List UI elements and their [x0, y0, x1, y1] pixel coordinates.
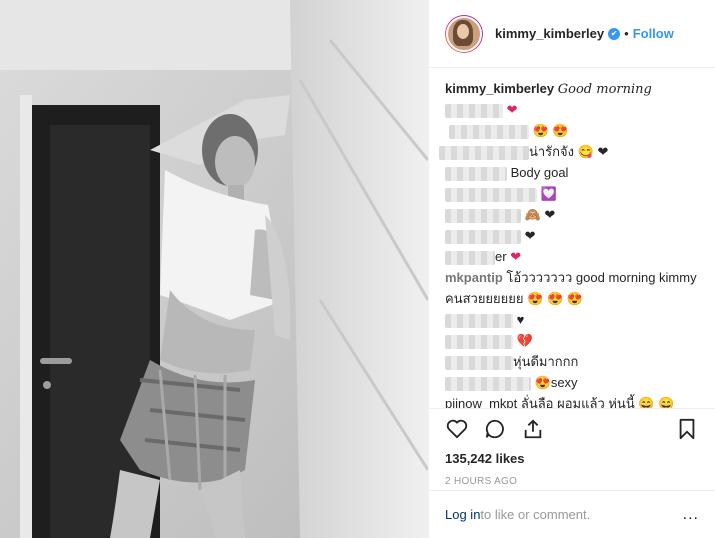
caption: kimmy_kimberley Good morning — [445, 80, 699, 101]
blurred-text — [445, 313, 513, 328]
comment-item: 😍 😍 — [445, 122, 699, 143]
comment-list: kimmy_kimberley Good morning ❤ 😍 😍 น่ารั… — [429, 68, 715, 408]
comment-text: sexy — [550, 375, 578, 390]
blurred-text — [445, 187, 537, 202]
comment-item: ❤ — [445, 227, 699, 248]
header-separator: • — [624, 26, 629, 41]
comment-item: piinow_mkpt ลั่นลือ ผอมแล้ว หุ่นนี้ 😄 😄 — [445, 395, 699, 408]
comment-emoji: 😋 ❤ — [577, 144, 609, 159]
comment-emoji: ❤ — [506, 102, 518, 117]
comment-emoji: 😍 — [534, 375, 551, 390]
action-icons — [445, 409, 699, 449]
comment-item: er ❤ — [445, 248, 699, 269]
comment-item: ♥ — [445, 311, 699, 332]
header-username[interactable]: kimmy_kimberley — [495, 26, 604, 41]
share-icon[interactable] — [521, 417, 545, 441]
comment-emoji: ❤ — [524, 228, 536, 243]
comment-text: Body goal — [510, 165, 569, 180]
comment-text: หุ่นดีมากกก — [513, 354, 579, 369]
blurred-text — [445, 250, 495, 265]
blurred-text — [445, 229, 521, 244]
blurred-text — [449, 124, 529, 139]
comment-username[interactable]: mkpantip — [445, 270, 503, 285]
caption-username[interactable]: kimmy_kimberley — [445, 81, 554, 96]
blurred-text — [445, 166, 507, 181]
likes-count[interactable]: 135,242 likes — [445, 451, 699, 466]
comment-text: piinow_mkpt ลั่นลือ ผอมแล้ว หุ่นนี้ — [445, 396, 635, 408]
blurred-text — [445, 376, 531, 391]
comment-item: 😍sexy — [445, 374, 699, 395]
login-prompt: to like or comment. — [480, 507, 591, 522]
blurred-text — [445, 103, 503, 118]
comment-item: Body goal — [445, 164, 699, 185]
blurred-text — [445, 355, 513, 370]
verified-badge-icon: ✔ — [608, 27, 621, 40]
comment-emoji: 😍 😍 😍 — [527, 291, 583, 306]
avatar[interactable] — [445, 14, 483, 53]
post-timestamp[interactable]: 2 HOURS AGO — [445, 476, 699, 487]
post-header: kimmy_kimberley ✔ • Follow — [429, 0, 715, 68]
login-footer: Log in to like or comment. ... — [429, 490, 715, 538]
login-link[interactable]: Log in — [445, 507, 480, 522]
comment-text: น่ารักจัง — [529, 144, 575, 159]
comment-text: โอ้ววววววว good morning kimmy — [506, 270, 697, 285]
post-photo[interactable] — [0, 0, 428, 538]
comment-emoji: 😄 😄 — [638, 396, 675, 408]
caption-text: Good morning — [557, 82, 652, 97]
comment-emoji: ♥ — [516, 312, 525, 327]
photo-image — [0, 0, 428, 538]
comment-item: ❤ — [445, 101, 699, 122]
blurred-text — [445, 208, 521, 223]
comment-item: คนสวยยยยยย 😍 😍 😍 — [445, 290, 699, 311]
heart-icon[interactable] — [445, 417, 469, 441]
comment-emoji: 💟 — [540, 186, 557, 201]
post-panel: kimmy_kimberley ✔ • Follow kimmy_kimberl… — [428, 0, 715, 538]
post-actions: 135,242 likes 2 HOURS AGO — [429, 408, 715, 487]
comment-item: น่ารักจัง 😋 ❤ — [439, 143, 699, 164]
comment-item: 💟 — [445, 185, 699, 206]
more-options-button[interactable]: ... — [683, 506, 699, 524]
comment-emoji: ❤ — [510, 249, 522, 264]
blurred-text — [445, 334, 513, 349]
bookmark-icon[interactable] — [675, 417, 699, 441]
comment-emoji: 💔 — [516, 333, 533, 348]
comment-item: หุ่นดีมากกก — [445, 353, 699, 374]
comment-emoji: 😍 😍 — [532, 123, 569, 138]
comment-item: 🙈 ❤ — [445, 206, 699, 227]
avatar-image — [446, 15, 482, 52]
comment-icon[interactable] — [483, 417, 507, 441]
comment-text: er — [495, 249, 507, 264]
comment-item: 💔 — [445, 332, 699, 353]
comment-emoji: 🙈 ❤ — [524, 207, 556, 222]
blurred-text — [439, 145, 529, 160]
comment-item: mkpantip โอ้ววววววว good morning kimmy — [445, 269, 699, 290]
follow-button[interactable]: Follow — [633, 26, 674, 41]
comment-text: คนสวยยยยยย — [445, 291, 524, 306]
